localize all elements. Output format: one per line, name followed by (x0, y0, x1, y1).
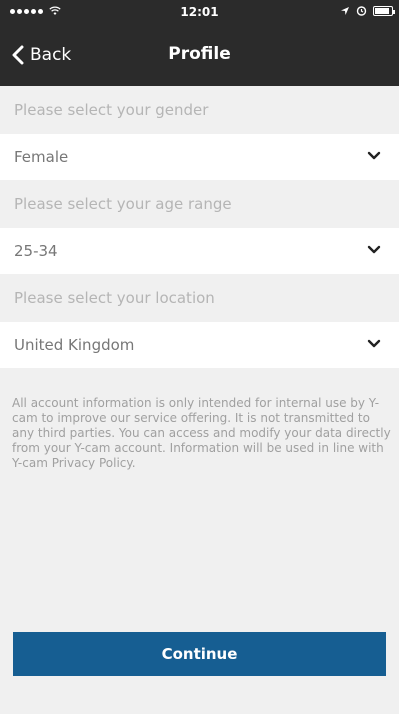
continue-button[interactable]: Continue (13, 632, 386, 676)
gender-value: Female (14, 148, 69, 166)
gender-select[interactable]: Female (0, 134, 399, 180)
chevron-down-icon (367, 245, 381, 254)
profile-screen: 12:01 Back Profile Please select your ge… (0, 0, 399, 714)
location-prompt: Please select your location (0, 274, 399, 322)
alarm-icon (356, 6, 367, 16)
page-title: Profile (168, 44, 231, 64)
status-right (340, 5, 395, 16)
nav-bar: Back Profile (0, 24, 399, 86)
location-select[interactable]: United Kingdom (0, 322, 399, 368)
status-bar: 12:01 (0, 0, 399, 24)
age-value: 25-34 (14, 242, 58, 260)
location-value: United Kingdom (14, 336, 135, 354)
battery-icon (373, 5, 395, 16)
age-select[interactable]: 25-34 (0, 228, 399, 274)
privacy-info-text: All account information is only intended… (12, 396, 391, 470)
chevron-down-icon (367, 339, 381, 348)
age-prompt: Please select your age range (0, 180, 399, 228)
gender-prompt: Please select your gender (0, 86, 399, 134)
chevron-down-icon (367, 151, 381, 160)
location-arrow-icon (341, 6, 349, 15)
